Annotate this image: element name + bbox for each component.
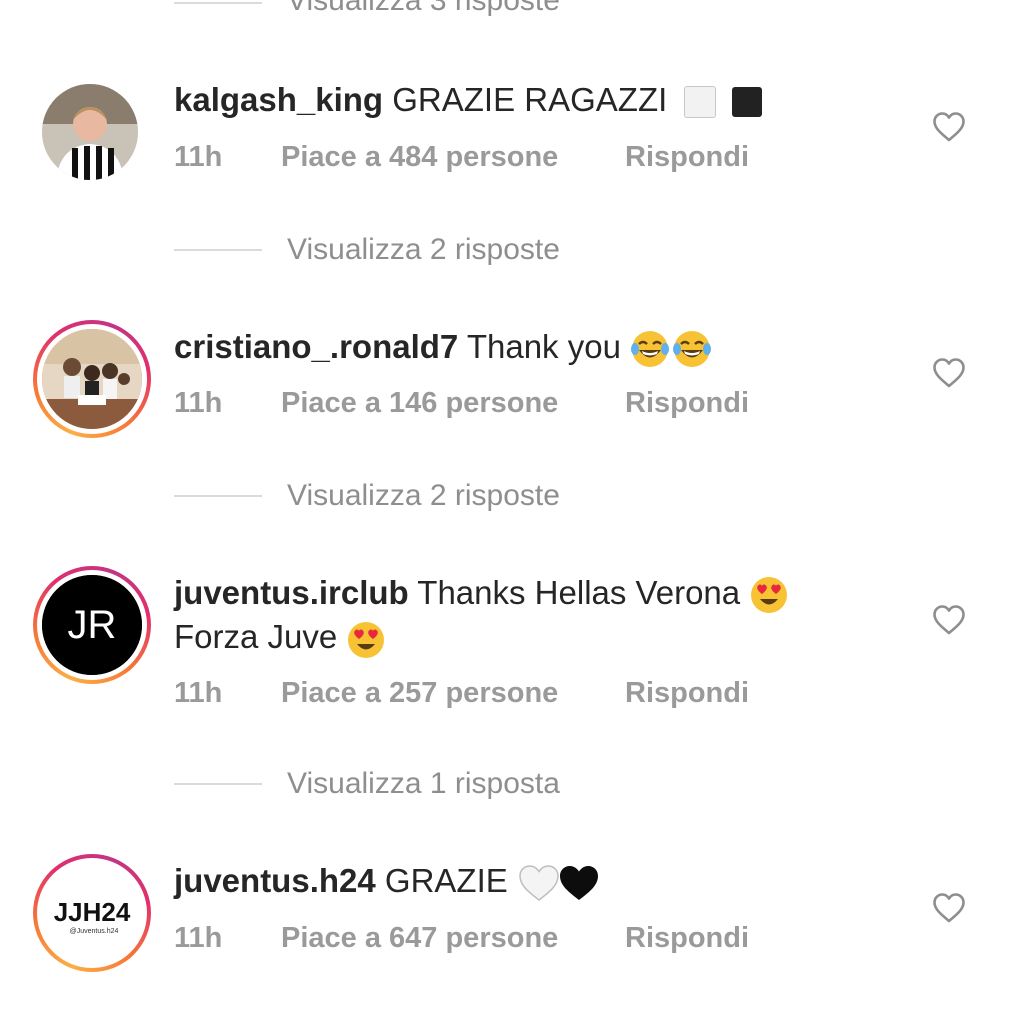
avatar[interactable] [42,84,138,180]
view-replies-button[interactable]: Visualizza 2 risposte [287,233,560,267]
reply-divider-line [174,495,262,497]
comment-body: GRAZIE RAGAZZI [392,81,668,118]
tears-of-joy-emoji [631,331,670,368]
avatar-photo: JR [42,575,142,675]
reply-button[interactable]: Rispondi [625,677,749,710]
heart-icon[interactable] [932,892,966,924]
view-replies-button[interactable]: Visualizza 1 risposta [287,767,560,801]
comment-body: Thanks Hellas Verona [417,574,741,611]
comment-body: Thank you [466,328,621,365]
comment-body-line-2: Forza Juve [174,618,338,656]
comment-time: 11h [174,387,223,419]
view-replies-button[interactable]: Visualizza 3 risposte [287,0,560,18]
white-heart-emoji [519,865,559,902]
reply-divider-line [174,249,262,251]
likes-count-link[interactable]: Piace a 484 persone [281,141,558,174]
black-square-emoji [731,87,762,118]
reply-divider-line [174,783,262,785]
black-heart-emoji [559,866,598,901]
reply-button[interactable]: Rispondi [625,141,749,174]
reply-divider-line [174,2,262,4]
heart-icon[interactable] [932,111,966,143]
comment-text: kalgash_king GRAZIE RAGAZZI [174,78,762,122]
tears-of-joy-emoji [673,331,712,368]
heart-icon[interactable] [932,357,966,389]
comment-username[interactable]: juventus.irclub [174,574,409,611]
likes-count-link[interactable]: Piace a 257 persone [281,677,558,710]
heart-icon[interactable] [932,604,966,636]
avatar-photo: JJH24 @Juventus.h24 [42,863,142,963]
avatar-photo [42,329,142,429]
avatar-story-ring[interactable]: JR [33,566,151,684]
comment-time: 11h [174,141,223,173]
avatar-logo-subtext: @Juventus.h24 [70,928,119,935]
comment-text: juventus.h24 GRAZIE [174,859,601,903]
avatar: JJH24 @Juventus.h24 [37,858,147,968]
likes-count-link[interactable]: Piace a 146 persone [281,387,558,420]
white-square-emoji [684,86,717,119]
comment-username[interactable]: juventus.h24 [174,862,376,899]
view-replies-button[interactable]: Visualizza 2 risposte [287,479,560,513]
comment-username[interactable]: kalgash_king [174,81,383,118]
reply-button[interactable]: Rispondi [625,922,749,955]
comment-username[interactable]: cristiano_.ronald7 [174,328,458,365]
reply-button[interactable]: Rispondi [625,387,749,420]
comment-text: cristiano_.ronald7 Thank you [174,325,712,369]
avatar-story-ring[interactable] [33,320,151,438]
avatar-photo [42,84,138,180]
avatar-story-ring[interactable]: JJH24 @Juventus.h24 [33,854,151,972]
avatar: JR [37,570,147,680]
avatar-logo-text: JR [68,603,117,647]
heart-eyes-emoji [348,621,385,658]
comment-body: GRAZIE [384,862,508,899]
heart-eyes-emoji [751,577,788,614]
avatar-logo-text: JJH24 [54,897,131,927]
comment-time: 11h [174,677,223,709]
comment-text: juventus.irclub Thanks Hellas Verona For… [174,571,789,660]
likes-count-link[interactable]: Piace a 647 persone [281,922,558,955]
avatar [37,324,147,434]
comment-time: 11h [174,922,223,954]
